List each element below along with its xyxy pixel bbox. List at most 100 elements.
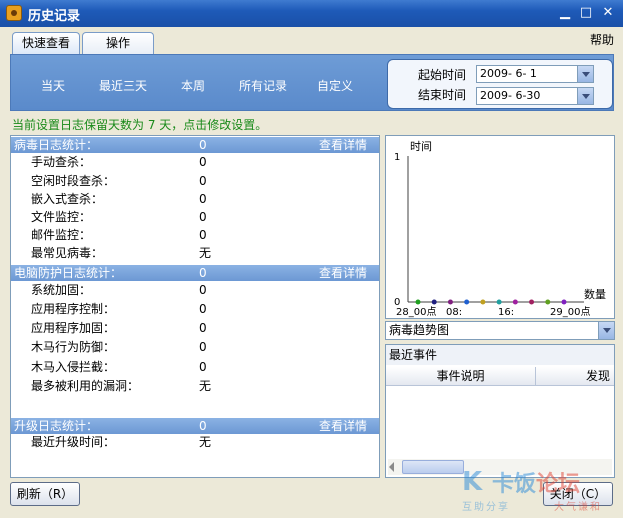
data-point (480, 299, 486, 305)
stat-value: 0 (199, 192, 207, 206)
stat-value: 无 (199, 435, 212, 449)
stat-value: 0 (199, 302, 207, 316)
upgrade-section-value: 0 (199, 419, 207, 433)
stat-label: 最多被利用的漏洞： (31, 379, 140, 393)
stat-label: 最近升级时间： (31, 435, 116, 449)
trend-chart: 时间 数量 1 0 28_00点 08: 16: 29_00点 (394, 140, 606, 318)
filter-today[interactable]: 当天 (41, 77, 65, 94)
stat-value: 0 (199, 174, 207, 188)
column-header-found[interactable]: 发现 (586, 367, 610, 386)
scrollbar-thumb[interactable] (402, 460, 464, 474)
stat-row: 木马入侵拦截： 0 (11, 358, 379, 376)
stat-label: 文件监控： (31, 210, 92, 224)
upgrade-section-header: 升级日志统计： 0 查看详情 (11, 418, 379, 434)
stats-panel: 病毒日志统计： 0 查看详情 手动查杀： 0 空闲时段查杀： 0 嵌入式查杀： 0 文… (10, 135, 380, 478)
stat-label: 系统加固： (31, 283, 92, 297)
filter-this-week[interactable]: 本周 (181, 77, 205, 94)
filter-all-records[interactable]: 所有记录 (239, 77, 287, 94)
stat-value: 0 (199, 228, 207, 242)
x-tick-label: 08: (446, 307, 462, 318)
protection-section-value: 0 (199, 266, 207, 280)
stat-row: 系统加固： 0 (11, 281, 379, 299)
stat-label: 最常见病毒： (31, 246, 104, 260)
x-tick-label: 16: (498, 307, 514, 318)
data-point (512, 299, 518, 305)
data-point (415, 299, 421, 305)
tab-quick-view[interactable]: 快速查看 (12, 32, 80, 54)
start-time-input[interactable]: 2009- 6- 1 (476, 65, 594, 83)
stat-value: 无 (199, 379, 212, 393)
close-window-button[interactable]: ✕ (598, 4, 618, 22)
upgrade-section-title: 升级日志统计： (14, 419, 99, 433)
start-dropdown-icon[interactable] (577, 66, 593, 82)
end-dropdown-icon[interactable] (577, 88, 593, 104)
retention-notice[interactable]: 当前设置日志保留天数为 7 天，点击修改设置。 (12, 116, 267, 133)
stat-value: 0 (199, 155, 207, 169)
end-time-label: 结束时间 (418, 88, 467, 102)
protection-section-title: 电脑防护日志统计： (14, 266, 123, 280)
stat-label: 邮件监控： (31, 228, 92, 242)
title-bar: 历史记录 ▁ □ ✕ (0, 0, 623, 27)
protection-detail-link[interactable]: 查看详情 (319, 265, 367, 281)
maximize-button[interactable]: □ (576, 4, 596, 22)
virus-section-header: 病毒日志统计： 0 查看详情 (11, 137, 379, 153)
events-table-header: 事件说明 发现 (386, 367, 614, 386)
chart-type-value: 病毒趋势图 (389, 323, 450, 337)
stat-row: 空闲时段查杀： 0 (11, 172, 379, 190)
close-button[interactable]: 关闭（C） (543, 482, 613, 506)
x-axis-label: 数量 (584, 288, 606, 301)
events-horizontal-scrollbar[interactable] (388, 459, 612, 475)
stat-value: 0 (199, 340, 207, 354)
stat-row: 应用程序控制： 0 (11, 300, 379, 318)
window-title: 历史记录 (28, 9, 81, 24)
data-point (561, 299, 567, 305)
help-link[interactable]: 帮助 (590, 31, 614, 48)
data-point (464, 299, 470, 305)
virus-section-title: 病毒日志统计： (14, 138, 99, 152)
stat-label: 应用程序加固： (31, 321, 116, 335)
filter-last-three-days[interactable]: 最近三天 (99, 77, 147, 94)
stat-label: 木马入侵拦截： (31, 360, 116, 374)
end-time-value: 2009- 6-30 (480, 89, 541, 102)
data-point (496, 299, 502, 305)
chart-select-dropdown-icon[interactable] (598, 322, 614, 339)
data-point (529, 299, 535, 305)
tab-operation[interactable]: 操作 (82, 32, 154, 54)
recent-events-title: 最近事件 (386, 345, 614, 365)
stat-label: 空闲时段查杀： (31, 174, 116, 188)
upgrade-detail-link[interactable]: 查看详情 (319, 418, 367, 434)
stat-label: 嵌入式查杀： (31, 192, 104, 206)
start-time-label: 起始时间 (418, 68, 467, 82)
chart-type-select[interactable]: 病毒趋势图 (385, 321, 615, 340)
stat-row: 邮件监控： 0 (11, 226, 379, 244)
data-point (431, 299, 437, 305)
stat-row: 最近升级时间： 无 (11, 433, 379, 451)
end-time-input[interactable]: 2009- 6-30 (476, 87, 594, 105)
stat-row: 手动查杀： 0 (11, 153, 379, 171)
stat-label: 应用程序控制： (31, 302, 116, 316)
x-tick-label: 29_00点 (550, 306, 590, 318)
virus-section-value: 0 (199, 138, 207, 152)
y-axis-label: 时间 (410, 140, 432, 153)
filter-custom[interactable]: 自定义 (317, 77, 353, 94)
stat-row: 嵌入式查杀： 0 (11, 190, 379, 208)
stat-row: 最多被利用的漏洞： 无 (11, 377, 379, 395)
stat-label: 手动查杀： (31, 155, 92, 169)
minimize-button[interactable]: ▁ (555, 4, 575, 22)
stat-label: 木马行为防御： (31, 340, 116, 354)
refresh-button[interactable]: 刷新（R） (10, 482, 80, 506)
scroll-left-icon[interactable] (389, 462, 394, 472)
trend-chart-panel: 时间 数量 1 0 28_00点 08: 16: 29_00点 (385, 135, 615, 319)
stat-value: 0 (199, 360, 207, 374)
data-point (447, 299, 453, 305)
virus-detail-link[interactable]: 查看详情 (319, 137, 367, 153)
stat-value: 0 (199, 210, 207, 224)
start-time-value: 2009- 6- 1 (480, 67, 537, 80)
stat-row: 最常见病毒： 无 (11, 244, 379, 262)
protection-section-header: 电脑防护日志统计： 0 查看详情 (11, 265, 379, 281)
stat-value: 无 (199, 246, 212, 260)
x-tick-label: 28_00点 (396, 306, 436, 318)
column-header-description[interactable]: 事件说明 (386, 367, 536, 386)
watermark-sub1: 互助分享 (462, 502, 510, 513)
stat-row: 木马行为防御： 0 (11, 338, 379, 356)
